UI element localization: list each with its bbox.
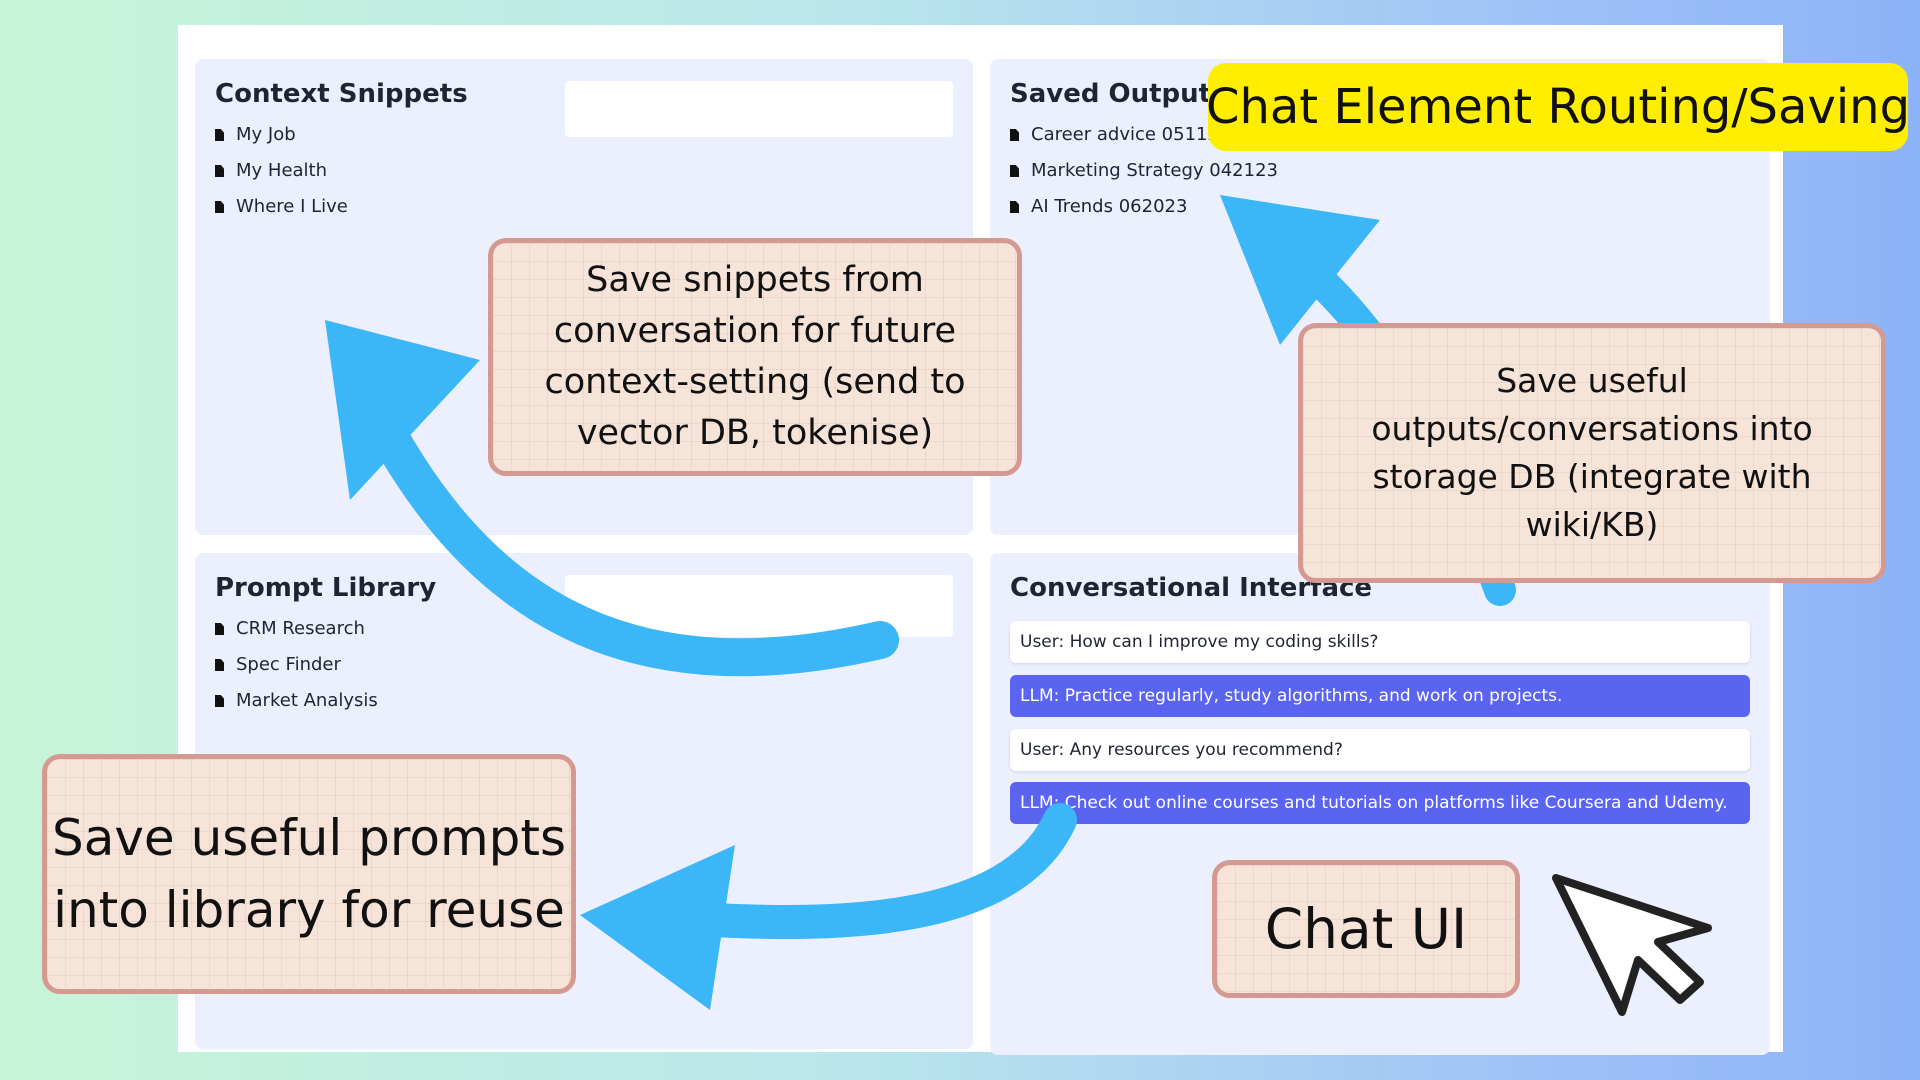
cursor-icon	[1552, 874, 1712, 1016]
note-save-prompts: Save useful prompts into library for reu…	[42, 754, 576, 994]
diagram-title: Chat Element Routing/Saving	[1206, 63, 1910, 151]
note-chat-ui: Chat UI	[1212, 860, 1520, 998]
note-save-outputs: Save useful outputs/conversations into s…	[1298, 323, 1886, 583]
arrowhead-icon	[580, 845, 735, 1010]
note-save-snippets: Save snippets from conversation for futu…	[488, 238, 1022, 476]
